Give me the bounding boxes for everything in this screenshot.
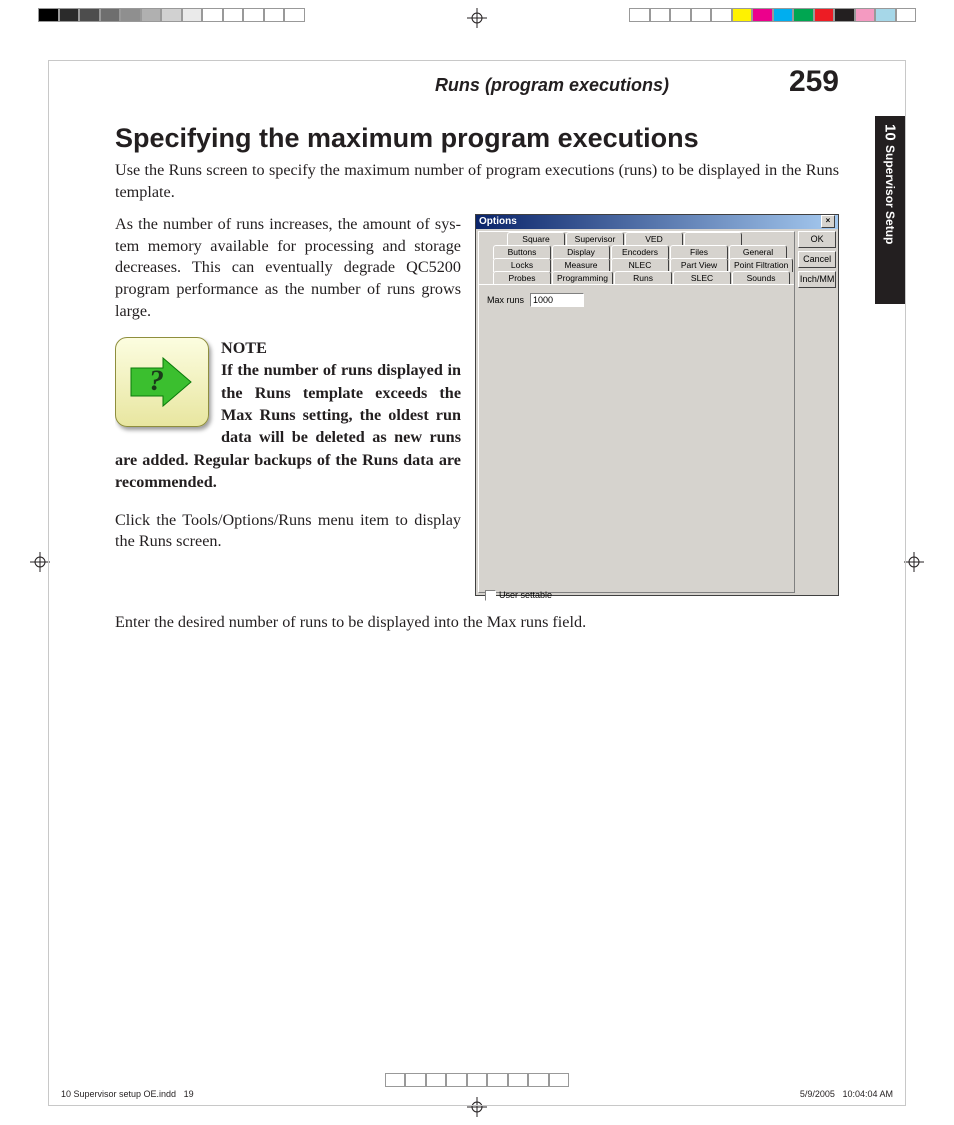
- tab-buttons[interactable]: Buttons: [493, 245, 551, 259]
- swatch: [732, 8, 753, 22]
- checkbox-label: User settable: [499, 590, 552, 600]
- swatch: [793, 8, 814, 22]
- page-frame: Runs (program executions) 259 10 Supervi…: [48, 60, 906, 1106]
- inch-mm-button[interactable]: Inch/MM: [798, 271, 836, 288]
- swatch: [264, 8, 285, 22]
- swatch: [670, 8, 691, 22]
- tab-empty[interactable]: [684, 232, 742, 246]
- tab-measure[interactable]: Measure: [552, 258, 610, 272]
- tab-programming[interactable]: Programming: [552, 271, 613, 285]
- page-number: 259: [789, 65, 839, 99]
- tab-encoders[interactable]: Encoders: [611, 245, 669, 259]
- footer-file: 10 Supervisor setup OE.indd 19: [61, 1089, 194, 1099]
- options-dialog: Options × SquareSupervisorVEDButtonsDisp…: [475, 214, 839, 596]
- runs-tab-panel: Max runs User settable: [479, 284, 794, 607]
- close-icon[interactable]: ×: [821, 215, 835, 228]
- page-header: Runs (program executions) 259: [115, 65, 839, 99]
- chapter-name: Supervisor Setup: [883, 145, 897, 244]
- swatch: [773, 8, 794, 22]
- swatch: [528, 1073, 549, 1087]
- max-runs-input[interactable]: [530, 293, 584, 307]
- tab-probes[interactable]: Probes: [493, 271, 551, 285]
- tab-slec[interactable]: SLEC: [673, 271, 731, 285]
- paragraph: Click the Tools/Options/Runs menu item t…: [115, 510, 461, 554]
- swatch: [896, 8, 917, 22]
- print-bottom-bar: [0, 1073, 954, 1087]
- tab-row: ProbesProgrammingRunsSLECSounds: [493, 271, 794, 284]
- tab-point-filtration[interactable]: Point Filtration: [729, 258, 793, 272]
- swatch: [161, 8, 182, 22]
- tab-locks[interactable]: Locks: [493, 258, 551, 272]
- paragraph: As the number of runs increases, the amo…: [115, 214, 461, 323]
- tab-sounds[interactable]: Sounds: [732, 271, 790, 285]
- paragraph: Enter the desired number of runs to be d…: [115, 612, 839, 634]
- swatch: [691, 8, 712, 22]
- swatch: [426, 1073, 447, 1087]
- cancel-button[interactable]: Cancel: [798, 251, 836, 268]
- print-grayscale-bar: [38, 8, 305, 22]
- page-title: Specifying the maximum program execution…: [115, 123, 839, 154]
- svg-text:?: ?: [149, 364, 164, 397]
- tab-nlec[interactable]: NLEC: [611, 258, 669, 272]
- swatch: [549, 1073, 570, 1087]
- user-settable-checkbox[interactable]: User settable: [485, 590, 552, 601]
- chapter-number: 10: [882, 124, 899, 141]
- swatch: [650, 8, 671, 22]
- page-footer: 10 Supervisor setup OE.indd 19 5/9/2005 …: [61, 1089, 893, 1099]
- swatch: [141, 8, 162, 22]
- tab-rows: SquareSupervisorVEDButtonsDisplayEncoder…: [479, 232, 794, 284]
- note-label: NOTE: [221, 339, 267, 357]
- footer-datetime: 5/9/2005 10:04:04 AM: [800, 1089, 893, 1099]
- note-icon: ?: [115, 337, 209, 427]
- tab-part-view[interactable]: Part View: [670, 258, 728, 272]
- swatch: [405, 1073, 426, 1087]
- tab-files[interactable]: Files: [670, 245, 728, 259]
- dialog-button-column: OK Cancel Inch/MM: [798, 231, 836, 593]
- swatch: [508, 1073, 529, 1087]
- registration-mark-icon: [30, 552, 50, 572]
- swatch: [38, 8, 59, 22]
- paragraph: Use the Runs screen to specify the maxim…: [115, 160, 839, 204]
- swatch: [202, 8, 223, 22]
- swatch: [711, 8, 732, 22]
- tab-runs[interactable]: Runs: [614, 271, 672, 285]
- swatch: [243, 8, 264, 22]
- swatch: [446, 1073, 467, 1087]
- tab-display[interactable]: Display: [552, 245, 610, 259]
- dialog-title: Options: [479, 216, 517, 227]
- max-runs-label: Max runs: [487, 295, 524, 305]
- swatch: [834, 8, 855, 22]
- ok-button[interactable]: OK: [798, 231, 836, 248]
- tab-row: ButtonsDisplayEncodersFilesGeneral: [493, 245, 794, 258]
- section-title: Runs (program executions): [115, 75, 789, 96]
- swatch: [855, 8, 876, 22]
- print-color-bar: [629, 8, 916, 22]
- tab-row: SquareSupervisorVED: [507, 232, 794, 245]
- swatch: [223, 8, 244, 22]
- swatch: [814, 8, 835, 22]
- tab-supervisor[interactable]: Supervisor: [566, 232, 624, 246]
- tab-general[interactable]: General: [729, 245, 787, 259]
- swatch: [100, 8, 121, 22]
- tab-row: LocksMeasureNLECPart ViewPoint Filtratio…: [493, 258, 794, 271]
- swatch: [875, 8, 896, 22]
- swatch: [385, 1073, 406, 1087]
- swatch: [752, 8, 773, 22]
- registration-mark-icon: [904, 552, 924, 572]
- swatch: [120, 8, 141, 22]
- registration-mark-icon: [467, 8, 487, 28]
- tab-square[interactable]: Square: [507, 232, 565, 246]
- swatch: [284, 8, 305, 22]
- swatch: [487, 1073, 508, 1087]
- dialog-titlebar: Options ×: [476, 215, 838, 229]
- swatch: [182, 8, 203, 22]
- chapter-tab: 10 Supervisor Setup: [875, 116, 905, 304]
- swatch: [79, 8, 100, 22]
- swatch: [59, 8, 80, 22]
- swatch: [629, 8, 650, 22]
- swatch: [467, 1073, 488, 1087]
- checkbox-icon[interactable]: [485, 590, 496, 601]
- tab-ved[interactable]: VED: [625, 232, 683, 246]
